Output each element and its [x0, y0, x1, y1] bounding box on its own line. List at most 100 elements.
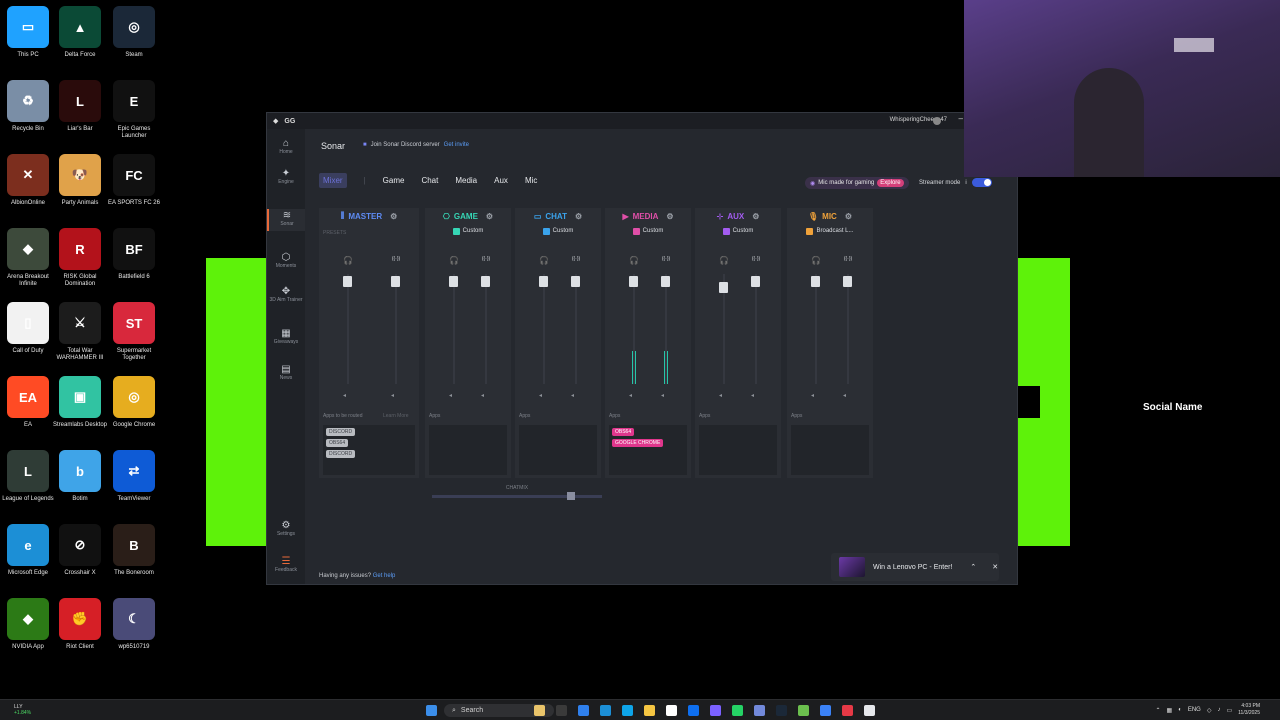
discord-banner[interactable]: ■ Join Sonar Discord server Get invite [363, 142, 469, 148]
discord-icon[interactable] [754, 705, 765, 716]
sidebar-item-3d-aim-trainer[interactable]: ✥ 3D Aim Trainer [267, 285, 305, 307]
gear-icon[interactable]: ⚙ [486, 212, 493, 221]
chevron-up-icon[interactable]: ⌃ [1155, 707, 1160, 714]
gear-icon[interactable]: ⚙ [666, 212, 673, 221]
fader-track[interactable] [543, 274, 545, 384]
desktop-icon-microsoft-edge[interactable]: e Microsoft Edge [0, 524, 56, 577]
headphones-icon[interactable]: 🎧 [341, 256, 355, 265]
fader-knob[interactable] [391, 276, 400, 287]
sidebar-item-news[interactable]: ▤ News [267, 363, 305, 385]
stream-mix-fader[interactable]: ((·)) ◂ [659, 256, 673, 399]
desktop-icon-riot-client[interactable]: ✊ Riot Client [52, 598, 108, 651]
mute-icon[interactable]: ◂ [719, 392, 722, 399]
desktop-icon-recycle-bin[interactable]: ♻ Recycle Bin [0, 80, 56, 133]
tab-aux[interactable]: Aux [494, 176, 508, 185]
fader-knob[interactable] [811, 276, 820, 287]
mute-icon[interactable]: ◂ [811, 392, 814, 399]
desktop-icon-wp6510719[interactable]: ☾ wp6510719 [106, 598, 162, 651]
apps-drop-zone[interactable]: DISCORD OBS64 DISCORD [323, 425, 415, 475]
gear-icon[interactable]: ⚙ [575, 212, 582, 221]
gear-icon[interactable]: ⚙ [752, 212, 759, 221]
headphones-icon[interactable]: 🎧 [447, 256, 461, 265]
steam-icon[interactable] [776, 705, 787, 716]
broadcast-icon[interactable]: ((·)) [389, 256, 403, 262]
promo-toast[interactable]: Win a Lenovo PC - Enter! ⌃ ✕ [831, 553, 999, 581]
fader-track[interactable] [633, 274, 635, 384]
mute-icon[interactable]: ◂ [629, 392, 632, 399]
chatmix-slider[interactable] [432, 492, 602, 500]
desktop-icon-call-of-duty[interactable]: ▯ Call of Duty [0, 302, 56, 355]
mute-icon[interactable]: ◂ [343, 392, 346, 399]
get-invite-link[interactable]: Get invite [444, 142, 469, 148]
desktop-icon-party-animals[interactable]: 🐶 Party Animals [52, 154, 108, 207]
desktop-icon-streamlabs-desktop[interactable]: ▣ Streamlabs Desktop [52, 376, 108, 429]
chrome-icon[interactable] [842, 705, 853, 716]
app-chip[interactable]: OBS64 [326, 439, 349, 447]
desktop-icon-battlefield-6[interactable]: BF Battlefield 6 [106, 228, 162, 281]
fader-track[interactable] [395, 274, 397, 384]
apps-drop-zone[interactable]: OBS64 GOOGLE CHROME [609, 425, 687, 475]
preset-selector[interactable]: Custom [515, 224, 601, 238]
desktop-icon-nvidia-app[interactable]: ◆ NVIDIA App [0, 598, 56, 651]
desktop-icon-steam[interactable]: ◎ Steam [106, 6, 162, 59]
desktop-icon-this-pc[interactable]: ▭ This PC [0, 6, 56, 59]
sidebar-item-giveaways[interactable]: ▦ Giveaways [267, 327, 305, 349]
gear-icon[interactable]: ⚙ [390, 212, 397, 221]
desktop-icon-ea-sports-fc-26[interactable]: FC EA SPORTS FC 26 [106, 154, 162, 207]
apps-drop-zone[interactable] [699, 425, 777, 475]
learn-more-link[interactable]: Learn More [383, 413, 409, 419]
volume-icon[interactable]: ◐ [1178, 707, 1182, 713]
desktop-icon-liar-s-bar[interactable]: L Liar's Bar [52, 80, 108, 133]
stream-mix-fader[interactable]: ((·)) ◂ [479, 256, 493, 399]
app-chip[interactable]: DISCORD [326, 428, 356, 436]
streamlabs-icon[interactable] [820, 705, 831, 716]
steelseries-gg-icon[interactable] [864, 705, 875, 716]
explore-button[interactable]: Explore [877, 179, 904, 187]
battery-icon[interactable]: ▭ [1226, 707, 1232, 714]
preset-selector[interactable]: Custom [425, 224, 511, 238]
sidebar-item-home[interactable]: ⌂ Home [267, 137, 305, 159]
stream-mix-fader[interactable]: ((·)) ◂ [389, 256, 403, 399]
desktop-icon-albiononline[interactable]: ✕ AlbionOnline [0, 154, 56, 207]
fader-track[interactable] [575, 274, 577, 384]
fader-knob[interactable] [843, 276, 852, 287]
stock-widget[interactable]: LLY +1.84% [14, 704, 31, 716]
fader-knob[interactable] [539, 276, 548, 287]
fader-knob[interactable] [751, 276, 760, 287]
broadcast-icon[interactable]: ((·)) [749, 256, 763, 262]
xbox-icon[interactable] [798, 705, 809, 716]
sidebar-item-settings[interactable]: ⚙ Settings [267, 519, 305, 541]
preset-selector[interactable]: Custom [605, 224, 691, 238]
network-icon[interactable]: ▦ [1167, 707, 1173, 714]
copilot-icon[interactable] [578, 705, 589, 716]
desktop-icon-risk-global-domination[interactable]: R RISK Global Domination [52, 228, 108, 288]
apps-drop-zone[interactable] [519, 425, 597, 475]
chatmix-knob[interactable] [567, 492, 575, 500]
mute-icon[interactable]: ◂ [843, 392, 846, 399]
headphones-icon[interactable]: 🎧 [537, 256, 551, 265]
gear-icon[interactable]: ⚙ [845, 212, 852, 221]
close-icon[interactable]: ✕ [992, 563, 998, 571]
desktop-icon-arena-breakout-infinite[interactable]: ◆ Arena Breakout Infinite [0, 228, 56, 288]
tab-media[interactable]: Media [455, 176, 477, 185]
fader-track[interactable] [485, 274, 487, 384]
desktop-icon-epic-games-launcher[interactable]: E Epic Games Launcher [106, 80, 162, 140]
mute-icon[interactable]: ◂ [571, 392, 574, 399]
tab-game[interactable]: Game [383, 176, 405, 185]
windows-start-icon[interactable] [426, 705, 437, 716]
tab-mixer[interactable]: Mixer [319, 173, 347, 188]
get-help-link[interactable]: Get help [373, 573, 396, 579]
desktop-icon-botim[interactable]: b Botim [52, 450, 108, 503]
sidebar-item-sonar[interactable]: ≋ Sonar [267, 209, 305, 231]
personal-mix-fader[interactable]: 🎧 ◂ [717, 256, 731, 399]
wifi-icon[interactable]: ◇ [1207, 707, 1212, 714]
mic-promo[interactable]: ◉ Mic made for gaming Explore [805, 177, 909, 189]
broadcast-icon[interactable]: ((·)) [569, 256, 583, 262]
desktop-icon-crosshair-x[interactable]: ⊘ Crosshair X [52, 524, 108, 577]
desktop-icon-league-of-legends[interactable]: L League of Legends [0, 450, 56, 503]
preset-selector[interactable]: Broadcast L... [787, 224, 873, 238]
mute-icon[interactable]: ◂ [449, 392, 452, 399]
mute-icon[interactable]: ◂ [481, 392, 484, 399]
chevron-up-icon[interactable]: ⌃ [970, 563, 976, 571]
teams-icon[interactable] [710, 705, 721, 716]
